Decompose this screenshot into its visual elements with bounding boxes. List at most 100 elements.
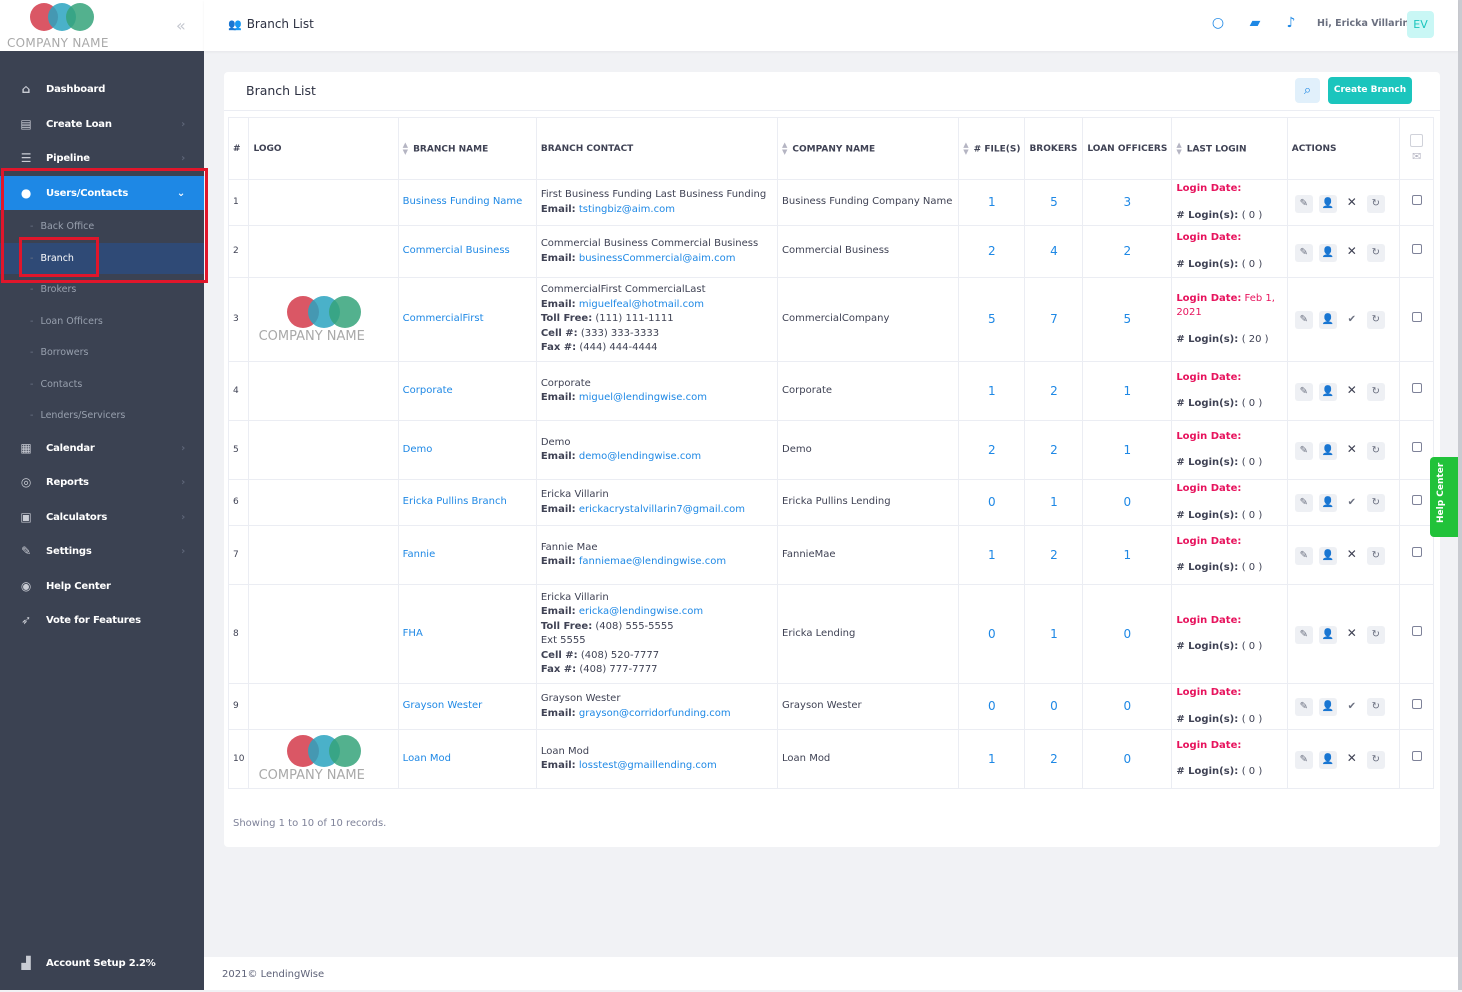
collapse-sidebar-icon[interactable]: « [176,16,186,35]
sidebar-subitem-borrowers[interactable]: - Borrowers [0,337,204,368]
branch-name-link[interactable]: Commercial Business [403,245,510,256]
assign-user-icon[interactable]: 👤 [1318,751,1337,769]
brokers-link[interactable]: 2 [1050,548,1058,562]
email-link[interactable]: miguel@lendingwise.com [579,392,707,403]
brokers-link[interactable]: 5 [1050,195,1058,209]
email-link[interactable]: fanniemae@lendingwise.com [579,556,726,567]
loan-officers-link[interactable]: 3 [1124,195,1132,209]
sidebar-item-dashboard[interactable]: ⌂ Dashboard [0,72,204,106]
branch-name-link[interactable]: Corporate [403,385,453,396]
row-checkbox[interactable] [1411,626,1422,637]
assign-user-icon[interactable]: 👤 [1318,493,1337,512]
email-link[interactable]: ericka@lendingwise.com [579,606,703,617]
row-checkbox[interactable] [1411,243,1422,254]
email-link[interactable]: tstingbiz@aim.com [579,204,675,215]
branch-name-link[interactable]: Demo [403,444,433,455]
edit-icon[interactable]: ✎ [1294,442,1313,460]
brokers-link[interactable]: 0 [1050,699,1058,713]
loan-officers-link[interactable]: 5 [1124,312,1132,326]
brokers-link[interactable]: 1 [1050,627,1058,641]
refresh-icon[interactable]: ↻ [1366,751,1385,769]
branch-name-link[interactable]: Fannie [403,549,436,560]
row-checkbox[interactable] [1411,442,1422,453]
avatar[interactable]: EV [1407,11,1434,38]
header-company-name[interactable]: ▲ ▼ COMPANY NAME [777,117,960,180]
company-logo[interactable]: COMPANY NAME « [0,0,204,51]
brokers-link[interactable]: 2 [1050,384,1058,398]
sidebar-subitem-loan-officers[interactable]: - Loan Officers [0,306,204,337]
loan-officers-link[interactable]: 0 [1124,627,1132,641]
assign-user-icon[interactable]: 👤 [1318,383,1337,401]
refresh-icon[interactable]: ↻ [1366,194,1385,213]
deactivate-icon[interactable]: ✕ [1343,242,1361,260]
search-button[interactable]: ⌕ [1295,78,1320,103]
sidebar-item-calendar[interactable]: ▦ Calendar › [0,431,204,465]
sidebar-item-help-center[interactable]: ◉ Help Center [0,569,204,603]
sidebar-item-settings[interactable]: ✎ Settings › [0,534,204,568]
files-link[interactable]: 0 [988,699,996,713]
header-branch-name[interactable]: ▲ ▼ BRANCH NAME [397,117,537,180]
sidebar-item-vote-features[interactable]: ➶ Vote for Features [0,603,204,637]
header-files[interactable]: ▲ ▼ # FILE(S) [958,117,1026,180]
help-center-tab[interactable]: Help Center [1430,457,1458,537]
activate-icon[interactable]: ✔ [1343,698,1361,716]
refresh-icon[interactable]: ↻ [1366,697,1385,716]
email-link[interactable]: businessCommercial@aim.com [579,253,736,264]
sidebar-subitem-contacts[interactable]: - Contacts [0,369,204,400]
brokers-link[interactable]: 4 [1050,244,1058,258]
email-link[interactable]: erickacrystalvillarin7@gmail.com [579,504,745,515]
brokers-link[interactable]: 1 [1050,495,1058,509]
row-checkbox[interactable] [1411,494,1422,505]
loan-officers-link[interactable]: 1 [1124,548,1132,562]
loan-officers-link[interactable]: 0 [1124,699,1132,713]
assign-user-icon[interactable]: 👤 [1318,310,1337,329]
branch-name-link[interactable]: Ericka Pullins Branch [403,496,507,507]
refresh-icon[interactable]: ↻ [1366,310,1385,329]
row-checkbox[interactable] [1411,698,1422,709]
row-checkbox[interactable] [1411,194,1422,205]
create-branch-button[interactable]: Create Branch [1328,77,1412,104]
branch-name-link[interactable]: Grayson Wester [403,700,483,711]
edit-icon[interactable]: ✎ [1294,243,1313,262]
assign-user-icon[interactable]: 👤 [1318,243,1337,262]
loan-officers-link[interactable]: 1 [1124,443,1132,457]
branch-name-link[interactable]: Business Funding Name [403,196,523,207]
refresh-icon[interactable]: ↻ [1366,547,1385,565]
sidebar-item-calculators[interactable]: ▣ Calculators › [0,500,204,534]
edit-icon[interactable]: ✎ [1294,626,1313,644]
row-checkbox[interactable] [1411,751,1422,762]
deactivate-icon[interactable]: ✕ [1343,545,1361,563]
activate-icon[interactable]: ✔ [1343,494,1361,512]
deactivate-icon[interactable]: ✕ [1343,440,1361,458]
files-link[interactable]: 2 [988,443,996,457]
branch-name-link[interactable]: Loan Mod [403,753,451,764]
brokers-link[interactable]: 7 [1050,312,1058,326]
header-last-login[interactable]: ▲ ▼ LAST LOGIN [1171,117,1288,180]
assign-user-icon[interactable]: 👤 [1318,442,1337,460]
files-link[interactable]: 0 [988,627,996,641]
edit-icon[interactable]: ✎ [1294,383,1313,401]
loan-officers-link[interactable]: 2 [1124,244,1132,258]
email-icon[interactable]: ✉ [1412,150,1421,163]
edit-icon[interactable]: ✎ [1294,310,1313,329]
sidebar-subitem-lenders-servicers[interactable]: - Lenders/Servicers [0,400,204,431]
files-link[interactable]: 1 [988,548,996,562]
refresh-icon[interactable]: ↻ [1366,243,1385,262]
loan-officers-link[interactable]: 1 [1124,384,1132,398]
email-link[interactable]: demo@lendingwise.com [579,451,701,462]
row-checkbox[interactable] [1411,311,1422,322]
deactivate-icon[interactable]: ✕ [1343,381,1361,399]
activate-icon[interactable]: ✔ [1343,311,1361,329]
files-link[interactable]: 1 [988,384,996,398]
sidebar-item-create-loan[interactable]: ▤ Create Loan › [0,107,204,141]
edit-icon[interactable]: ✎ [1294,547,1313,565]
deactivate-icon[interactable]: ✕ [1343,749,1361,767]
deactivate-icon[interactable]: ✕ [1343,624,1361,642]
refresh-icon[interactable]: ↻ [1366,442,1385,460]
loan-officers-link[interactable]: 0 [1124,752,1132,766]
files-link[interactable]: 1 [988,752,996,766]
assign-user-icon[interactable]: 👤 [1318,194,1337,213]
account-setup[interactable]: ▟ Account Setup 2.2% [0,946,204,980]
files-link[interactable]: 5 [988,312,996,326]
branch-name-link[interactable]: CommercialFirst [403,313,484,324]
